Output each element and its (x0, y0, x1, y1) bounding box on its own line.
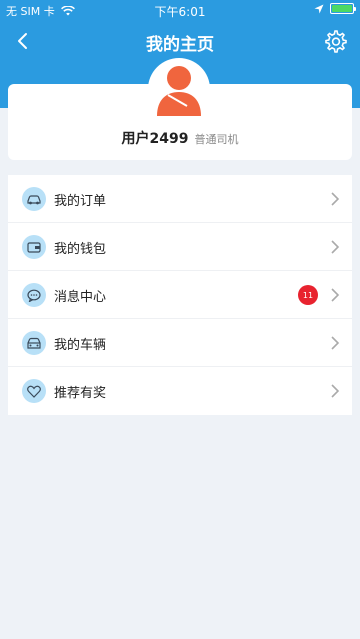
location-arrow-icon (314, 4, 324, 13)
chevron-right-icon (331, 240, 340, 254)
status-right (314, 3, 356, 14)
status-bar: 无 SIM 卡 下午6:01 (0, 0, 360, 20)
menu-item-label: 消息中心 (54, 290, 107, 305)
chevron-right-icon (331, 384, 340, 398)
nav-bar: 我的主页 (0, 22, 360, 60)
menu-list: 我的订单 我的钱包 消息中心 11 我的车辆 推荐有奖 (8, 175, 352, 415)
vehicle-icon (22, 331, 46, 355)
menu-item-messages[interactable]: 消息中心 11 (8, 271, 352, 319)
menu-item-label: 我的订单 (54, 194, 107, 209)
user-info: 用户2499 普通司机 (0, 128, 360, 148)
status-time: 下午6:01 (154, 5, 206, 19)
chevron-right-icon (331, 192, 340, 206)
settings-button[interactable] (322, 28, 348, 54)
chat-icon (22, 283, 46, 307)
menu-item-label: 推荐有奖 (54, 386, 107, 401)
menu-item-referral[interactable]: 推荐有奖 (8, 367, 352, 415)
menu-item-vehicles[interactable]: 我的车辆 (8, 319, 352, 367)
heart-icon (22, 379, 46, 403)
unread-badge: 11 (298, 285, 318, 305)
battery-fill (332, 5, 352, 12)
menu-item-wallet[interactable]: 我的钱包 (8, 223, 352, 271)
user-type: 普通司机 (194, 133, 239, 146)
gear-icon (325, 30, 347, 53)
chevron-right-icon (331, 336, 340, 350)
username: 用户2499 (121, 131, 189, 147)
menu-item-label: 我的车辆 (54, 338, 107, 353)
menu-item-orders[interactable]: 我的订单 (8, 175, 352, 223)
page-title: 我的主页 (146, 35, 214, 55)
menu-item-label: 我的钱包 (54, 242, 107, 257)
car-icon (22, 187, 46, 211)
person-icon (157, 66, 201, 116)
battery-icon (330, 3, 356, 14)
avatar[interactable] (148, 58, 210, 120)
wallet-icon (22, 235, 46, 259)
chevron-right-icon (331, 288, 340, 302)
